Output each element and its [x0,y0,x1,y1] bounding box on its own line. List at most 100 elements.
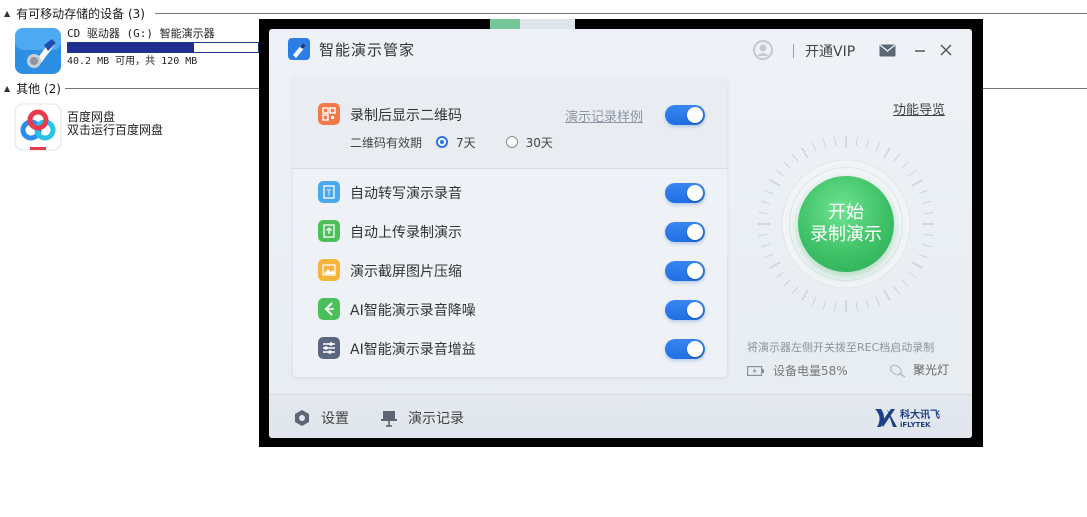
battery-icon [747,365,764,376]
minimize-icon[interactable] [913,43,927,57]
capacity-bar [67,42,259,53]
user-avatar-icon[interactable] [753,40,773,60]
gain-toggle[interactable] [665,339,705,359]
dial-tick [801,147,809,159]
group-title: 其他 (2) [16,81,61,96]
dial-tick [769,179,781,187]
qr-code-section: 录制后显示二维码 演示记录样例 二维码有效期 7天 30天 [293,77,727,169]
dial-tick [875,142,881,152]
qr-expiry-row: 二维码有效期 7天 30天 [350,132,553,152]
noise-reduce-icon [318,298,340,320]
compress-toggle[interactable] [665,261,705,281]
noise-reduce-toggle[interactable] [665,300,705,320]
app-window: 智能演示管家 开通VIP 录制后显示二维码 演示记录样例 二维码有效期 7天 3… [269,29,972,438]
dial-tick [855,302,858,312]
group-header-removable[interactable]: ▲ 有可移动存储的设备 (3) [0,6,1087,21]
dial-tick [918,189,928,195]
capacity-bar-fill [68,43,195,52]
collapse-triangle-icon[interactable]: ▲ [4,9,10,18]
setting-row-transcribe: T 自动转写演示录音 [293,177,727,207]
dial-tick [783,279,791,287]
spotlight-button[interactable]: 聚光灯 [887,361,949,378]
gain-icon [318,337,340,359]
drive-name: CD 驱动器 (G:) 智能演示器 [67,27,215,40]
dial-tick [911,261,923,269]
dial-tick [769,261,781,269]
setting-label: 自动转写演示录音 [350,186,462,202]
dial-tick [811,296,817,306]
sample-record-link[interactable]: 演示记录样例 [565,106,643,125]
dial-tick [783,161,791,169]
dial-tick [908,271,917,278]
title-bar[interactable]: 智能演示管家 开通VIP [269,29,972,73]
collapse-triangle-icon[interactable]: ▲ [4,84,10,93]
setting-label: 自动上传录制演示 [350,225,462,241]
baidu-netdisk-icon [14,103,62,151]
setting-row-qr: 录制后显示二维码 演示记录样例 [293,99,727,129]
close-icon[interactable] [939,43,953,57]
gear-icon [295,410,309,426]
transcribe-icon: T [318,181,340,203]
dial-tick [775,271,784,278]
dial-tick [883,147,891,159]
dial-tick [924,212,934,215]
start-record-button[interactable]: 开始 录制演示 [798,176,894,272]
dial-tick [893,286,900,295]
dial-tick [922,200,932,204]
svg-text:科大讯飞: 科大讯飞 [900,408,940,421]
radio-selected[interactable] [436,136,449,148]
baidu-netdisk-item[interactable]: 百度网盘 双击运行百度网盘 [14,103,163,151]
app-title: 智能演示管家 [319,41,416,59]
setting-label: AI智能演示录音降噪 [350,303,476,319]
feature-guide-link[interactable]: 功能导览 [893,99,945,118]
radio-unselected[interactable] [505,136,518,148]
dial-tick [760,244,770,248]
setting-label: AI智能演示录音增益 [350,342,476,358]
qr-toggle[interactable] [665,105,705,125]
dial-tick [822,300,826,310]
vip-button[interactable]: 开通VIP [805,41,855,61]
bottom-bar: 设置 演示记录 科大讯飞 iFLYTEK [269,394,972,438]
dial-tick [811,142,817,152]
upload-toggle[interactable] [665,222,705,242]
records-button[interactable]: 演示记录 [380,408,464,428]
svg-text:T: T [326,189,332,198]
expiry-option-7[interactable]: 7天 [436,134,476,151]
dial-tick [775,170,784,177]
dial-tick [911,179,923,187]
dial-tick [764,253,774,259]
settings-card: 录制后显示二维码 演示记录样例 二维码有效期 7天 30天 T 自动转写演示录音… [293,77,727,377]
qr-code-icon [318,103,340,125]
dial-tick [922,244,932,248]
image-icon [318,259,340,281]
settings-button[interactable]: 设置 [293,408,349,428]
dial-tick [758,233,768,236]
setting-row-compress: 演示截屏图片压缩 [293,255,727,285]
cd-drive-item[interactable]: CD 驱动器 (G:) 智能演示器 40.2 MB 可用，共 120 MB [14,27,259,75]
dial-tick [866,300,870,310]
dial-tick [901,279,909,287]
dial-tick [924,233,934,236]
dial-tick [792,153,799,162]
drive-size: 40.2 MB 可用，共 120 MB [67,56,198,67]
dial-tick [908,170,917,177]
setting-row-noise: AI智能演示录音降噪 [293,294,727,324]
battery-status: 设备电量58% [747,362,848,379]
setting-label: 演示截屏图片压缩 [350,264,462,280]
dial-tick [901,161,909,169]
record-hint: 将演示器左侧开关拨至REC档启动录制 [747,341,935,354]
dial-tick [883,289,891,301]
cd-drive-icon [14,27,62,75]
dial-tick [834,302,837,312]
dial-tick [764,189,774,195]
setting-label: 录制后显示二维码 [350,108,462,124]
spotlight-icon [889,364,906,378]
background-window-strip [490,19,575,29]
mail-icon[interactable] [879,44,896,57]
dial-tick [893,153,900,162]
expiry-option-30[interactable]: 30天 [505,134,553,151]
dial-tick [801,289,809,301]
transcribe-toggle[interactable] [665,183,705,203]
dial-tick [822,138,826,148]
dial-tick [866,138,870,148]
